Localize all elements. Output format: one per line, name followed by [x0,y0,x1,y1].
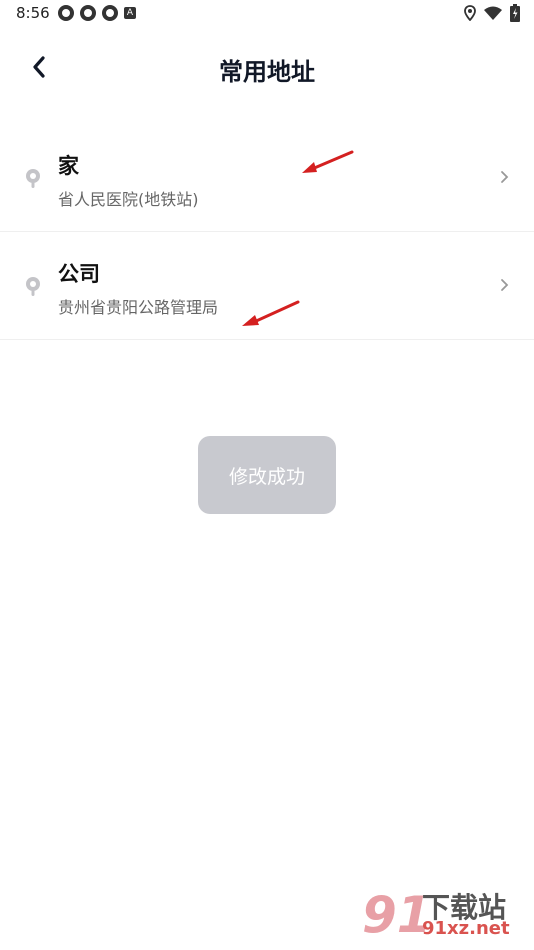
address-item-home[interactable]: 家 省人民医院(地铁站) [0,124,534,232]
wifi-icon [484,6,502,20]
toast-message: 修改成功 [198,436,336,514]
notification-icons: A [58,5,136,21]
address-name: 公司 [58,262,100,286]
notification-icon [102,5,118,21]
location-pin-icon [26,169,40,188]
status-bar: 8:56 A [0,0,534,28]
watermark-url: 91xz.net [422,918,510,939]
chevron-right-icon [501,171,509,183]
annotation-arrow-icon [302,150,354,173]
toast-text: 修改成功 [228,465,305,488]
address-detail: 贵州省贵阳公路管理局 [58,298,219,317]
address-name: 家 [58,154,79,178]
battery-icon [510,4,520,22]
annotation-arrow-icon [242,300,300,326]
header: 常用地址 [0,40,534,96]
system-icons [464,4,520,22]
watermark-logo: 91 下载站 91xz.net [358,886,528,946]
location-icon [464,5,476,21]
a-icon: A [124,7,136,19]
status-time: 8:56 [16,4,50,22]
location-pin-icon [26,277,40,296]
address-detail: 省人民医院(地铁站) [58,190,199,209]
chevron-right-icon [501,279,509,291]
notification-icon [58,5,74,21]
page-title: 常用地址 [219,58,315,86]
notification-icon [80,5,96,21]
